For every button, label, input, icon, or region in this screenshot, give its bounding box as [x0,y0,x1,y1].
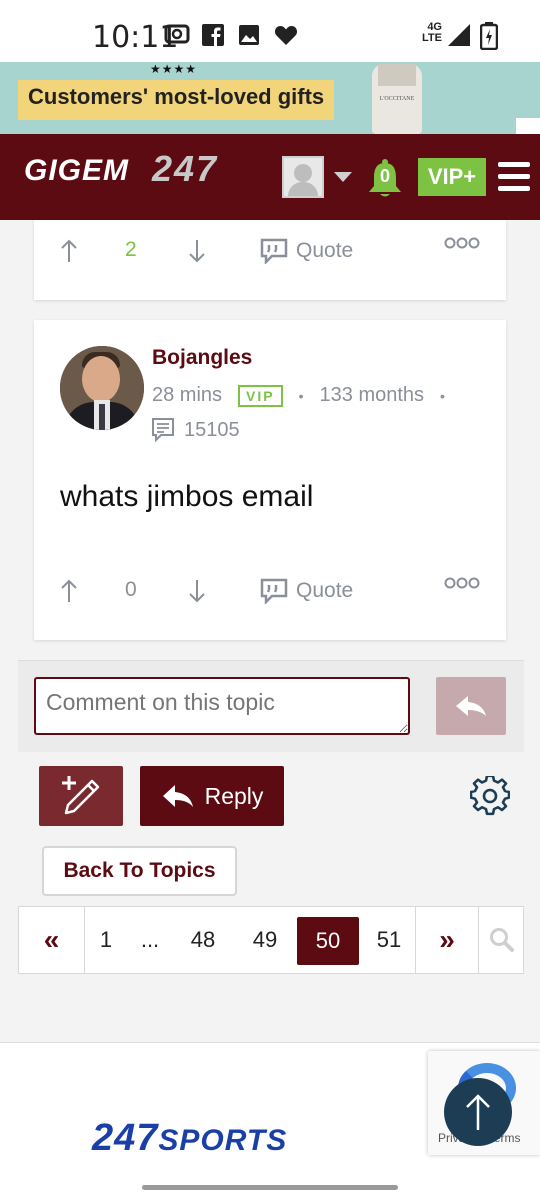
signal-icon [448,24,470,46]
member-tenure: 133 months [319,384,425,406]
current-page[interactable]: 50 [297,917,359,965]
page-link[interactable]: 49 [245,907,285,973]
search-icon [490,928,514,952]
post-actions: 2 Quote [34,234,506,274]
more-options-icon[interactable] [444,236,480,250]
post-actions: 0 Quote [34,574,506,614]
downvote-arrow-icon[interactable] [188,238,206,264]
upvote-arrow-icon[interactable] [60,238,78,264]
gear-icon[interactable] [470,776,510,816]
site-logo-number[interactable]: 247 [152,148,218,190]
vote-count: 0 [125,578,137,601]
quote-button[interactable]: Quote [260,578,353,604]
site-header: GIGEM 247 0 VIP+ [0,134,540,220]
quote-button[interactable]: Quote [260,238,353,264]
scroll-to-top-button[interactable] [444,1078,512,1146]
post-body: whats jimbos email [60,480,314,513]
poster-username[interactable]: Bojangles [152,346,252,370]
separator-dot: • [298,387,304,404]
thread-toolbar: Reply [18,752,524,836]
post-card: 2 Quote [34,220,506,300]
ad-banner[interactable]: ★★★★ Customers' most-loved gifts L'OCCIT… [0,62,540,134]
quote-label: Quote [296,579,354,602]
downvote-arrow-icon[interactable] [188,578,206,604]
247sports-logo[interactable]: 247SPORTS [92,1117,287,1160]
reply-label: Reply [204,782,264,809]
ad-product-cap [378,64,416,86]
quote-icon [260,578,288,604]
comment-composer [18,660,524,752]
post-time: 28 mins [152,384,223,406]
poster-avatar[interactable] [60,346,144,430]
quote-label: Quote [296,239,354,262]
ad-headline[interactable]: Customers' most-loved gifts [18,80,335,120]
separator-dot: • [440,387,445,404]
pagination: « 1 ... 48 49 50 51 » [18,906,524,974]
page-ellipsis: ... [140,927,160,952]
cast-icon [164,24,190,44]
posts-icon [152,418,174,442]
footer-logo-number: 247 [92,1117,159,1159]
comment-input[interactable] [34,677,410,735]
ad-rating: ★★★★ [150,62,198,76]
reply-arrow-icon [456,696,486,716]
image-icon [239,25,259,45]
home-indicator[interactable] [142,1185,398,1190]
chevron-down-icon[interactable] [334,172,352,182]
vip-badge: VIP [238,384,283,407]
post-card: Bojangles 28 mins VIP • 133 months • 151… [34,320,506,640]
user-avatar[interactable] [282,156,324,198]
menu-icon[interactable] [498,162,530,192]
last-page-button[interactable]: » [415,907,479,973]
first-page-button[interactable]: « [19,907,85,973]
page-link[interactable]: 1 [91,907,121,973]
footer-logo-word: SPORTS [158,1124,288,1157]
upvote-arrow-icon[interactable] [60,578,78,604]
back-to-topics-button[interactable]: Back To Topics [42,846,237,896]
vote-count: 2 [125,238,137,261]
poster-post-count: 15105 [152,418,240,442]
post-meta: 28 mins VIP • 133 months • [152,384,445,407]
battery-icon [480,22,498,50]
heart-icon [274,26,298,45]
adchoices-icon[interactable] [516,118,540,134]
quote-icon [260,238,288,264]
site-logo-text[interactable]: GIGEM [24,154,129,188]
ad-product-label: L'OCCITANE [379,96,415,102]
page-link[interactable]: 51 [369,907,409,973]
page-search-button[interactable] [481,907,523,973]
facebook-icon [202,24,224,46]
post-count-value: 15105 [184,418,240,441]
comment-submit-button[interactable] [436,677,506,735]
status-bar: 10:11 4G LTE [0,0,540,62]
new-topic-button[interactable] [39,766,123,826]
page-link[interactable]: 48 [183,907,223,973]
reply-button[interactable]: Reply [140,766,284,826]
notification-count: 0 [379,166,390,186]
network-type: 4G LTE [422,21,442,44]
compose-icon [62,776,100,815]
reply-arrow-icon [162,785,193,807]
arrow-up-icon [466,1094,490,1130]
vip-plus-button[interactable]: VIP+ [418,158,486,196]
more-options-icon[interactable] [444,576,480,590]
